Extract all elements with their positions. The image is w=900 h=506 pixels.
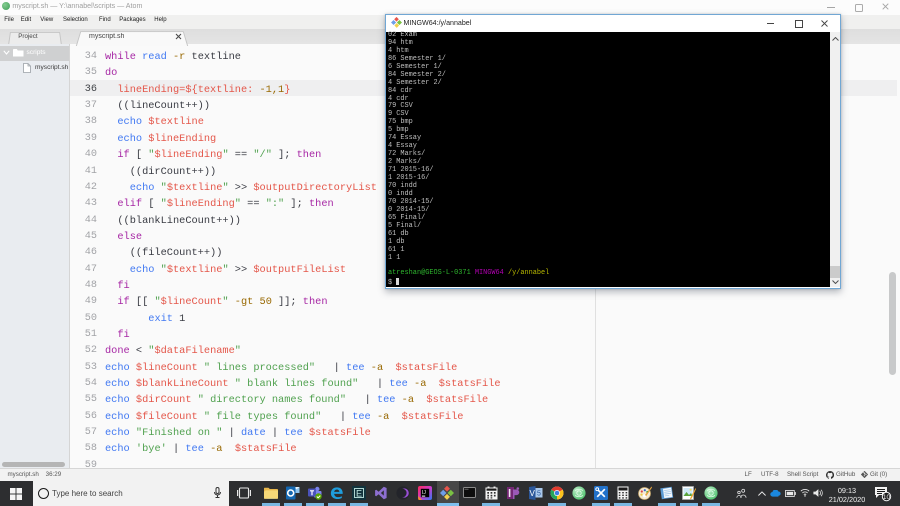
svg-text:10: 10 — [883, 494, 891, 501]
svg-text:V: V — [530, 489, 536, 498]
svg-text:E: E — [356, 488, 362, 498]
svg-text:5: 5 — [537, 491, 541, 498]
svg-text:IJ: IJ — [422, 490, 426, 496]
